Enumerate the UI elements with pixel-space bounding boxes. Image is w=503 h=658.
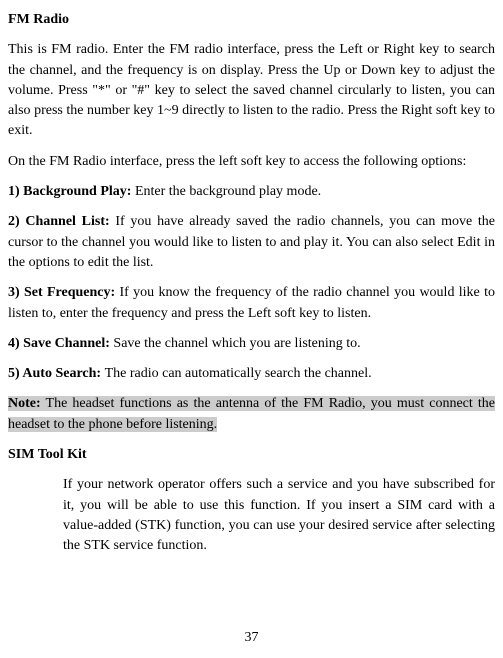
note-label: Note: [8, 396, 41, 411]
section-title-fm-radio: FM Radio [8, 10, 495, 30]
option-background-play: 1) Background Play: Enter the background… [8, 182, 495, 202]
note-text: The headset functions as the antenna of … [8, 396, 495, 431]
section-title-sim-tool-kit: SIM Tool Kit [8, 445, 495, 465]
option-label: 2) Channel List: [8, 214, 115, 229]
option-label: 1) Background Play: [8, 184, 135, 199]
option-label: 4) Save Channel: [8, 336, 113, 351]
note-paragraph: Note: The headset functions as the anten… [8, 394, 495, 435]
option-text: Enter the background play mode. [135, 184, 321, 199]
option-auto-search: 5) Auto Search: The radio can automatica… [8, 364, 495, 384]
intro-paragraph: This is FM radio. Enter the FM radio int… [8, 40, 495, 141]
sim-tool-kit-body: If your network operator offers such a s… [8, 475, 495, 556]
option-text: Save the channel which you are listening… [113, 336, 360, 351]
option-label: 5) Auto Search: [8, 366, 105, 381]
option-save-channel: 4) Save Channel: Save the channel which … [8, 334, 495, 354]
option-channel-list: 2) Channel List: If you have already sav… [8, 212, 495, 273]
option-label: 3) Set Frequency: [8, 285, 120, 300]
lead-paragraph: On the FM Radio interface, press the lef… [8, 152, 495, 172]
option-set-frequency: 3) Set Frequency: If you know the freque… [8, 283, 495, 324]
option-text: The radio can automatically search the c… [105, 366, 372, 381]
page-number: 37 [0, 628, 503, 648]
